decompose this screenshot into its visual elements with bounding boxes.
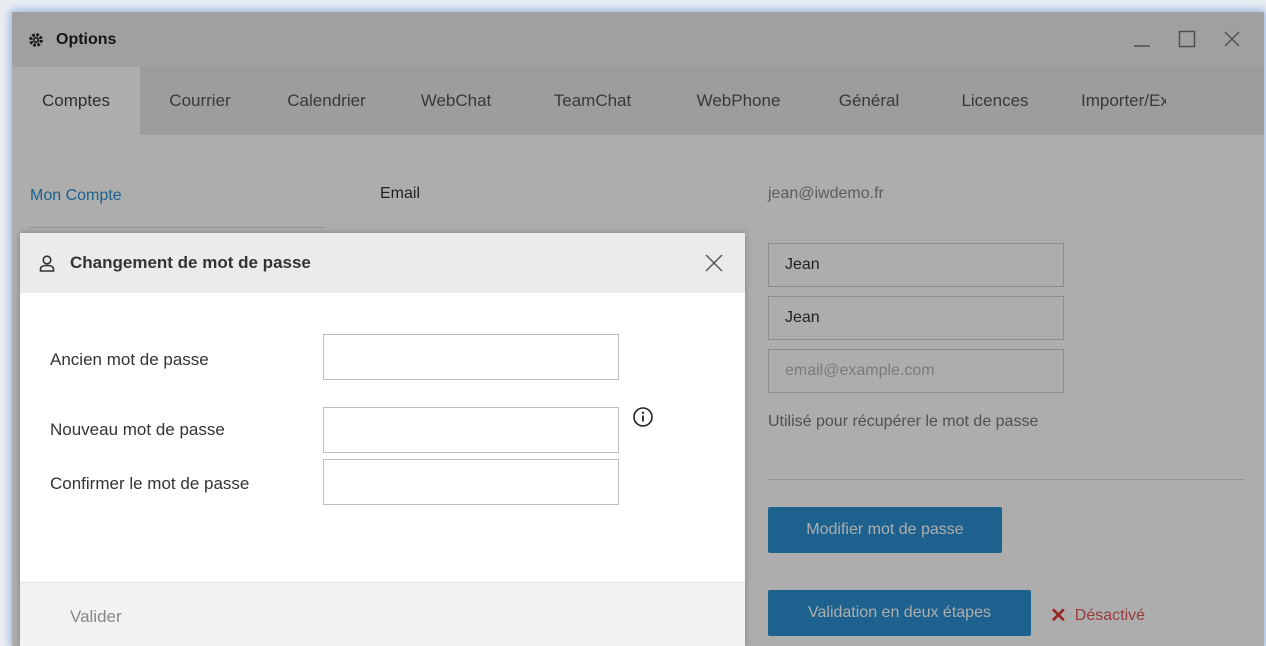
validate-button[interactable]: Valider <box>70 607 122 627</box>
dialog-close-icon[interactable] <box>701 250 727 276</box>
dialog-title: Changement de mot de passe <box>70 253 311 272</box>
new-password-input[interactable] <box>323 407 619 453</box>
options-window: Options Comptes Courrier Calendrier WebC… <box>12 12 1264 646</box>
old-password-input[interactable] <box>323 334 619 380</box>
confirm-password-label: Confirmer le mot de passe <box>50 474 250 493</box>
confirm-password-input[interactable] <box>323 459 619 505</box>
dialog-header: Changement de mot de passe <box>20 233 745 293</box>
user-icon <box>38 254 56 272</box>
dialog-footer: Valider <box>20 582 745 646</box>
new-password-label: Nouveau mot de passe <box>50 420 225 439</box>
change-password-dialog: Changement de mot de passe Ancien mot de… <box>20 233 745 646</box>
info-icon[interactable] <box>632 406 654 428</box>
old-password-label: Ancien mot de passe <box>50 350 209 369</box>
